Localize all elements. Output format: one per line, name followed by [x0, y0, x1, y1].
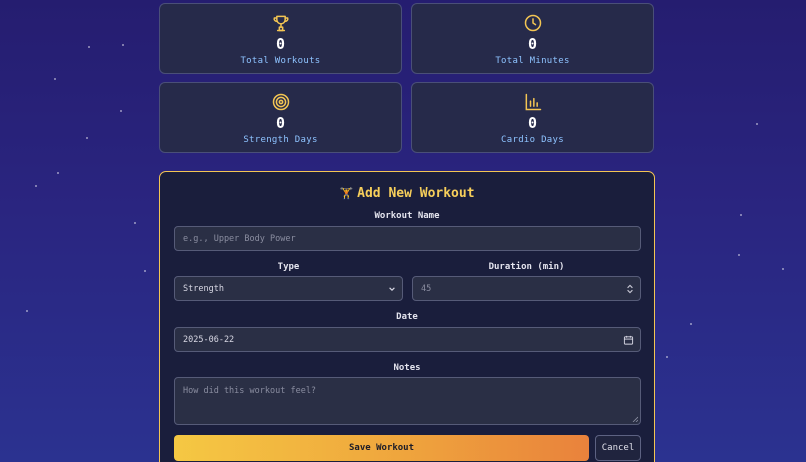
- stat-value: 0: [275, 35, 286, 53]
- stat-label: Cardio Days: [501, 135, 564, 145]
- star: [57, 172, 59, 174]
- star: [666, 356, 668, 358]
- workout-name-input[interactable]: e.g., Upper Body Power: [174, 226, 641, 251]
- stat-card-strength-days: 0 Strength Days: [159, 82, 402, 153]
- workout-name-placeholder: e.g., Upper Body Power: [183, 233, 296, 244]
- star: [144, 270, 146, 272]
- star: [756, 123, 758, 125]
- star: [782, 268, 784, 270]
- star: [738, 254, 740, 256]
- cancel-button[interactable]: Cancel: [595, 435, 641, 461]
- stat-card-total-minutes: 0 Total Minutes: [411, 3, 654, 74]
- stat-value: 0: [527, 35, 538, 53]
- target-icon: [272, 93, 289, 111]
- type-label: Type: [277, 262, 300, 272]
- type-select[interactable]: Strength: [174, 276, 403, 301]
- trophy-icon: [272, 15, 289, 32]
- weightlifter-icon: 🏋: [339, 187, 354, 200]
- date-label: Date: [396, 312, 418, 322]
- chevron-down-icon: [389, 286, 395, 291]
- stat-card-cardio-days: 0 Cardio Days: [411, 82, 654, 153]
- star: [88, 46, 90, 48]
- date-input[interactable]: 2025-06-22: [174, 327, 641, 352]
- bar-chart-icon: [525, 93, 541, 111]
- star: [122, 44, 124, 46]
- stat-label: Total Workouts: [240, 56, 321, 66]
- star: [35, 185, 37, 187]
- resize-handle-icon[interactable]: [632, 416, 638, 422]
- star: [86, 137, 88, 139]
- notes-placeholder: How did this workout feel?: [183, 386, 317, 396]
- date-value: 2025-06-22: [183, 334, 235, 345]
- star: [120, 110, 122, 112]
- star: [740, 214, 742, 216]
- star: [690, 323, 692, 325]
- stat-value: 0: [275, 114, 286, 132]
- add-workout-form: 🏋 Add New Workout Workout Name e.g., Uppe…: [159, 171, 655, 462]
- stat-value: 0: [527, 114, 538, 132]
- star: [26, 310, 28, 312]
- duration-placeholder: 45: [421, 283, 432, 294]
- clock-icon: [524, 14, 541, 32]
- stat-label: Strength Days: [243, 135, 318, 145]
- type-selected-value: Strength: [183, 283, 224, 294]
- duration-label: Duration (min): [488, 262, 565, 272]
- duration-input[interactable]: 45: [412, 276, 641, 301]
- star: [54, 78, 56, 80]
- workout-name-label: Workout Name: [374, 211, 440, 221]
- form-title-text: Add New Workout: [357, 186, 475, 201]
- stat-card-total-workouts: 0 Total Workouts: [159, 3, 402, 74]
- form-title: 🏋 Add New Workout: [160, 186, 654, 201]
- stepper-icon[interactable]: [626, 284, 634, 294]
- star: [134, 222, 136, 224]
- calendar-icon[interactable]: [623, 334, 634, 345]
- notes-label: Notes: [393, 363, 421, 373]
- save-workout-button[interactable]: Save Workout: [174, 435, 589, 461]
- stat-label: Total Minutes: [495, 56, 570, 66]
- notes-textarea[interactable]: How did this workout feel?: [174, 377, 641, 425]
